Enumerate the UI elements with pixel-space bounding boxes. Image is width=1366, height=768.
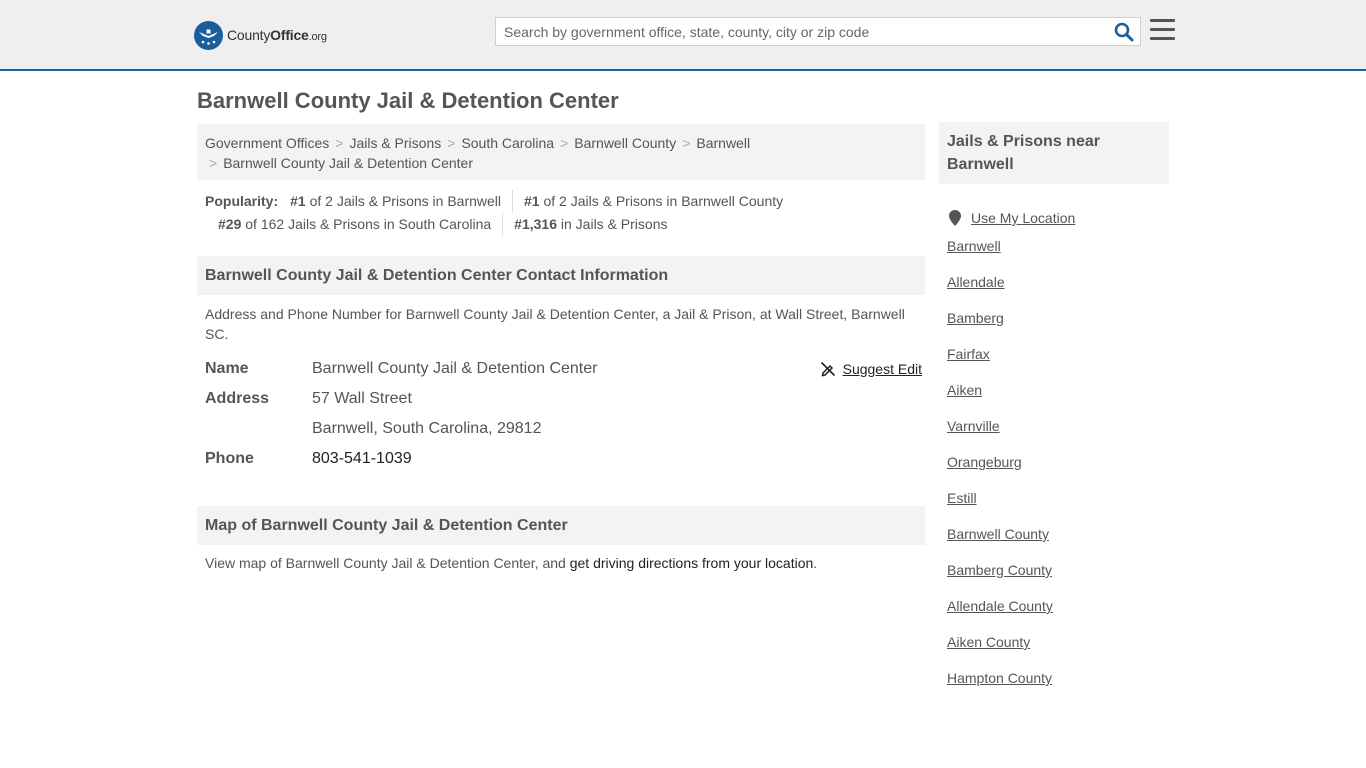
page-title: Barnwell County Jail & Detention Center [197,88,619,113]
popularity-label: Popularity: [205,193,279,209]
name-label: Name [205,360,249,377]
address-row-2: Barnwell, South Carolina, 29812 [205,414,925,444]
edit-off-icon [820,361,835,377]
rank-city: #1 of 2 Jails & Prisons in Barnwell [290,193,502,209]
contact-description: Address and Phone Number for Barnwell Co… [205,306,905,342]
breadcrumb: Government Offices > Jails & Prisons > South… [197,124,925,180]
breadcrumb-link[interactable]: Government Offices [205,135,329,151]
driving-directions-link[interactable]: get driving directions from your locatio… [570,555,814,571]
popularity-rankings: Popularity: #1 of 2 Jails & Prisons in B… [205,190,925,236]
nearby-link-orangeburg[interactable]: Orangeburg [947,454,1022,470]
address-label: Address [205,390,270,407]
nearby-link-aiken-county[interactable]: Aiken County [947,634,1030,650]
breadcrumb-link[interactable]: Jails & Prisons [349,135,441,151]
suggest-edit-link[interactable]: Suggest Edit [820,361,922,377]
breadcrumb-link[interactable]: Barnwell County [574,135,676,151]
breadcrumb-link[interactable]: South Carolina [461,135,554,151]
rank-county: #1 of 2 Jails & Prisons in Barnwell Coun… [512,190,794,213]
phone-label: Phone [205,450,254,467]
site-logo[interactable]: CountyOffice.org [194,20,327,50]
name-row: Name Barnwell County Jail & Detention Ce… [205,354,925,384]
phone-link[interactable]: 803-541-1039 [312,450,412,467]
logo-text: CountyOffice.org [227,27,327,43]
chevron-right-icon: > [682,135,691,151]
location-pin-icon [949,210,961,226]
address-line-1: 57 Wall Street [312,390,412,407]
phone-row: Phone 803-541-1039 [205,444,925,474]
chevron-right-icon: > [447,135,456,151]
nearby-list: Use My Location Barnwell Allendale Bambe… [947,200,1169,704]
nearby-link-allendale[interactable]: Allendale [947,274,1005,290]
search-icon[interactable] [1114,22,1134,42]
nearby-link-fairfax[interactable]: Fairfax [947,346,990,362]
map-description: View map of Barnwell County Jail & Deten… [205,555,818,571]
nearby-link-allendale-county[interactable]: Allendale County [947,598,1053,614]
chevron-right-icon: > [335,135,344,151]
breadcrumb-current: Barnwell County Jail & Detention Center [223,155,473,171]
search-input[interactable] [496,18,1096,45]
breadcrumb-link[interactable]: Barnwell [696,135,750,151]
nearby-link-estill[interactable]: Estill [947,490,977,506]
use-my-location-link[interactable]: Use My Location [971,208,1075,228]
nearby-link-aiken[interactable]: Aiken [947,382,982,398]
nearby-link-varnville[interactable]: Varnville [947,418,1000,434]
nearby-link-bamberg-county[interactable]: Bamberg County [947,562,1052,578]
address-line-2: Barnwell, South Carolina, 29812 [312,420,542,437]
chevron-right-icon: > [560,135,569,151]
hamburger-menu-icon[interactable] [1150,19,1175,41]
name-value: Barnwell County Jail & Detention Center [312,360,598,377]
search-box [495,17,1141,46]
nearby-link-barnwell[interactable]: Barnwell [947,238,1001,254]
chevron-right-icon: > [209,155,218,171]
logo-eagle-icon [194,20,223,50]
use-location-item: Use My Location [947,200,1169,236]
contact-heading: Barnwell County Jail & Detention Center … [197,256,925,295]
sidebar-heading: Jails & Prisons near Barnwell [939,122,1169,184]
contact-details: Name Barnwell County Jail & Detention Ce… [205,354,925,474]
nearby-link-bamberg[interactable]: Bamberg [947,310,1004,326]
nearby-link-barnwell-county[interactable]: Barnwell County [947,526,1049,542]
map-heading: Map of Barnwell County Jail & Detention … [197,506,925,545]
rank-state: #29 of 162 Jails & Prisons in South Caro… [218,216,492,232]
site-header: CountyOffice.org [0,0,1366,71]
address-row: Address 57 Wall Street [205,384,925,414]
nearby-link-hampton-county[interactable]: Hampton County [947,670,1052,686]
rank-national: #1,316 in Jails & Prisons [502,213,678,236]
